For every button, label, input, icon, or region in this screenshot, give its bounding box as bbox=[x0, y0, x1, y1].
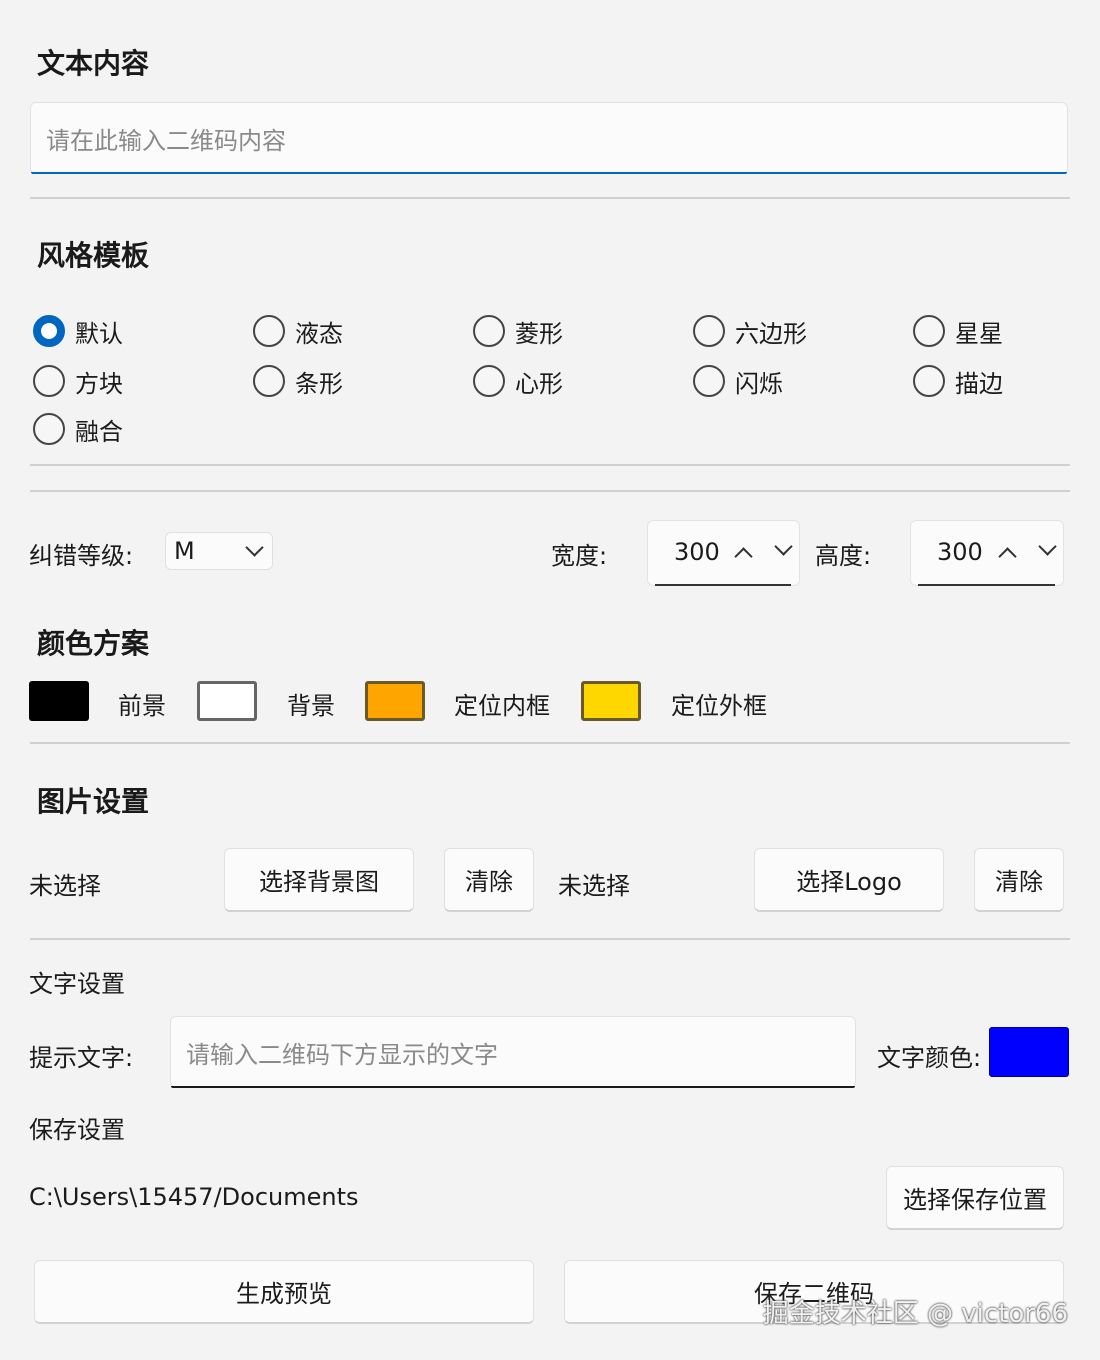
chevron-down-icon[interactable] bbox=[1038, 537, 1057, 556]
radio-unchecked-icon bbox=[913, 315, 945, 347]
select-background-image-button[interactable]: 选择背景图 bbox=[224, 848, 414, 912]
radio-label: 方块 bbox=[75, 369, 123, 398]
radio-style-square[interactable]: 方块 bbox=[33, 363, 123, 399]
qr-content-input[interactable]: 请在此输入二维码内容 bbox=[30, 102, 1068, 174]
hint-text-label: 提示文字: bbox=[29, 1044, 134, 1072]
radio-style-bar[interactable]: 条形 bbox=[253, 363, 343, 399]
spinbox-underline bbox=[655, 584, 791, 586]
background-color-swatch[interactable] bbox=[197, 681, 257, 721]
logo-status: 未选择 bbox=[558, 872, 630, 900]
radio-style-outline[interactable]: 描边 bbox=[913, 363, 1003, 399]
background-image-status: 未选择 bbox=[29, 872, 101, 900]
input-underline bbox=[171, 1086, 855, 1088]
width-spinbox[interactable]: 300 bbox=[647, 520, 800, 586]
radio-style-diamond[interactable]: 菱形 bbox=[473, 313, 563, 349]
ecc-label: 纠错等级: bbox=[29, 542, 134, 570]
radio-unchecked-icon bbox=[473, 315, 505, 347]
divider bbox=[30, 197, 1070, 199]
radio-label: 融合 bbox=[75, 417, 123, 446]
input-focus-underline bbox=[31, 172, 1067, 174]
background-label: 背景 bbox=[287, 692, 335, 720]
divider bbox=[30, 464, 1070, 466]
qr-content-placeholder: 请在此输入二维码内容 bbox=[46, 126, 286, 155]
select-logo-button[interactable]: 选择Logo bbox=[754, 848, 944, 912]
inner-finder-color-swatch[interactable] bbox=[365, 681, 425, 721]
radio-style-flash[interactable]: 闪烁 bbox=[693, 363, 783, 399]
radio-label: 心形 bbox=[515, 369, 563, 398]
radio-unchecked-icon bbox=[693, 365, 725, 397]
inner-finder-label: 定位内框 bbox=[454, 692, 550, 720]
text-settings-title: 文字设置 bbox=[29, 970, 125, 998]
outer-finder-label: 定位外框 bbox=[671, 692, 767, 720]
foreground-label: 前景 bbox=[118, 692, 166, 720]
clear-logo-button[interactable]: 清除 bbox=[974, 848, 1064, 912]
radio-label: 星星 bbox=[955, 319, 1003, 348]
divider bbox=[30, 742, 1070, 744]
radio-label: 闪烁 bbox=[735, 369, 783, 398]
text-color-label: 文字颜色: bbox=[877, 1044, 982, 1072]
text-color-swatch[interactable] bbox=[989, 1027, 1069, 1077]
save-path-text: C:\Users\15457/Documents bbox=[29, 1183, 359, 1211]
divider bbox=[30, 490, 1070, 492]
divider bbox=[30, 938, 1070, 940]
radio-unchecked-icon bbox=[33, 413, 65, 445]
hint-text-input[interactable]: 请输入二维码下方显示的文字 bbox=[170, 1016, 856, 1088]
chevron-up-icon[interactable] bbox=[734, 547, 753, 566]
qr-generator-window: 文本内容 请在此输入二维码内容 风格模板 默认 液态 菱形 六边形 星星 方块 … bbox=[0, 0, 1100, 1360]
radio-label: 液态 bbox=[295, 319, 343, 348]
radio-unchecked-icon bbox=[693, 315, 725, 347]
radio-unchecked-icon bbox=[253, 315, 285, 347]
spinbox-underline bbox=[918, 584, 1055, 586]
ecc-level-value: M bbox=[174, 537, 195, 565]
radio-unchecked-icon bbox=[473, 365, 505, 397]
radio-style-star[interactable]: 星星 bbox=[913, 313, 1003, 349]
radio-unchecked-icon bbox=[253, 365, 285, 397]
height-spinbox[interactable]: 300 bbox=[910, 520, 1064, 586]
chevron-down-icon[interactable] bbox=[774, 537, 793, 556]
style-section-title: 风格模板 bbox=[37, 239, 150, 272]
radio-checked-icon bbox=[33, 315, 65, 347]
watermark-text: 掘金技术社区 @ victor66 bbox=[762, 1299, 1068, 1329]
width-label: 宽度: bbox=[551, 542, 608, 570]
generate-preview-button[interactable]: 生成预览 bbox=[34, 1260, 534, 1324]
hint-text-placeholder: 请输入二维码下方显示的文字 bbox=[186, 1040, 498, 1069]
radio-label: 六边形 bbox=[735, 319, 807, 348]
foreground-color-swatch[interactable] bbox=[29, 681, 89, 721]
choose-save-location-button[interactable]: 选择保存位置 bbox=[886, 1166, 1064, 1230]
color-section-title: 颜色方案 bbox=[37, 627, 150, 660]
width-value: 300 bbox=[674, 538, 720, 566]
ecc-level-dropdown[interactable]: M bbox=[165, 532, 273, 570]
radio-label: 描边 bbox=[955, 369, 1003, 398]
radio-label: 条形 bbox=[295, 369, 343, 398]
text-section-title: 文本内容 bbox=[37, 47, 150, 80]
outer-finder-color-swatch[interactable] bbox=[581, 681, 641, 721]
save-settings-title: 保存设置 bbox=[29, 1116, 125, 1144]
height-label: 高度: bbox=[815, 542, 872, 570]
chevron-up-icon[interactable] bbox=[998, 547, 1017, 566]
radio-style-hexagon[interactable]: 六边形 bbox=[693, 313, 807, 349]
radio-unchecked-icon bbox=[33, 365, 65, 397]
radio-label: 菱形 bbox=[515, 319, 563, 348]
radio-style-liquid[interactable]: 液态 bbox=[253, 313, 343, 349]
height-value: 300 bbox=[937, 538, 983, 566]
image-section-title: 图片设置 bbox=[37, 785, 150, 818]
radio-style-heart[interactable]: 心形 bbox=[473, 363, 563, 399]
radio-style-default[interactable]: 默认 bbox=[33, 313, 123, 349]
radio-label: 默认 bbox=[75, 319, 123, 348]
radio-style-merge[interactable]: 融合 bbox=[33, 411, 123, 447]
radio-unchecked-icon bbox=[913, 365, 945, 397]
chevron-down-icon bbox=[245, 538, 264, 557]
clear-background-image-button[interactable]: 清除 bbox=[444, 848, 534, 912]
